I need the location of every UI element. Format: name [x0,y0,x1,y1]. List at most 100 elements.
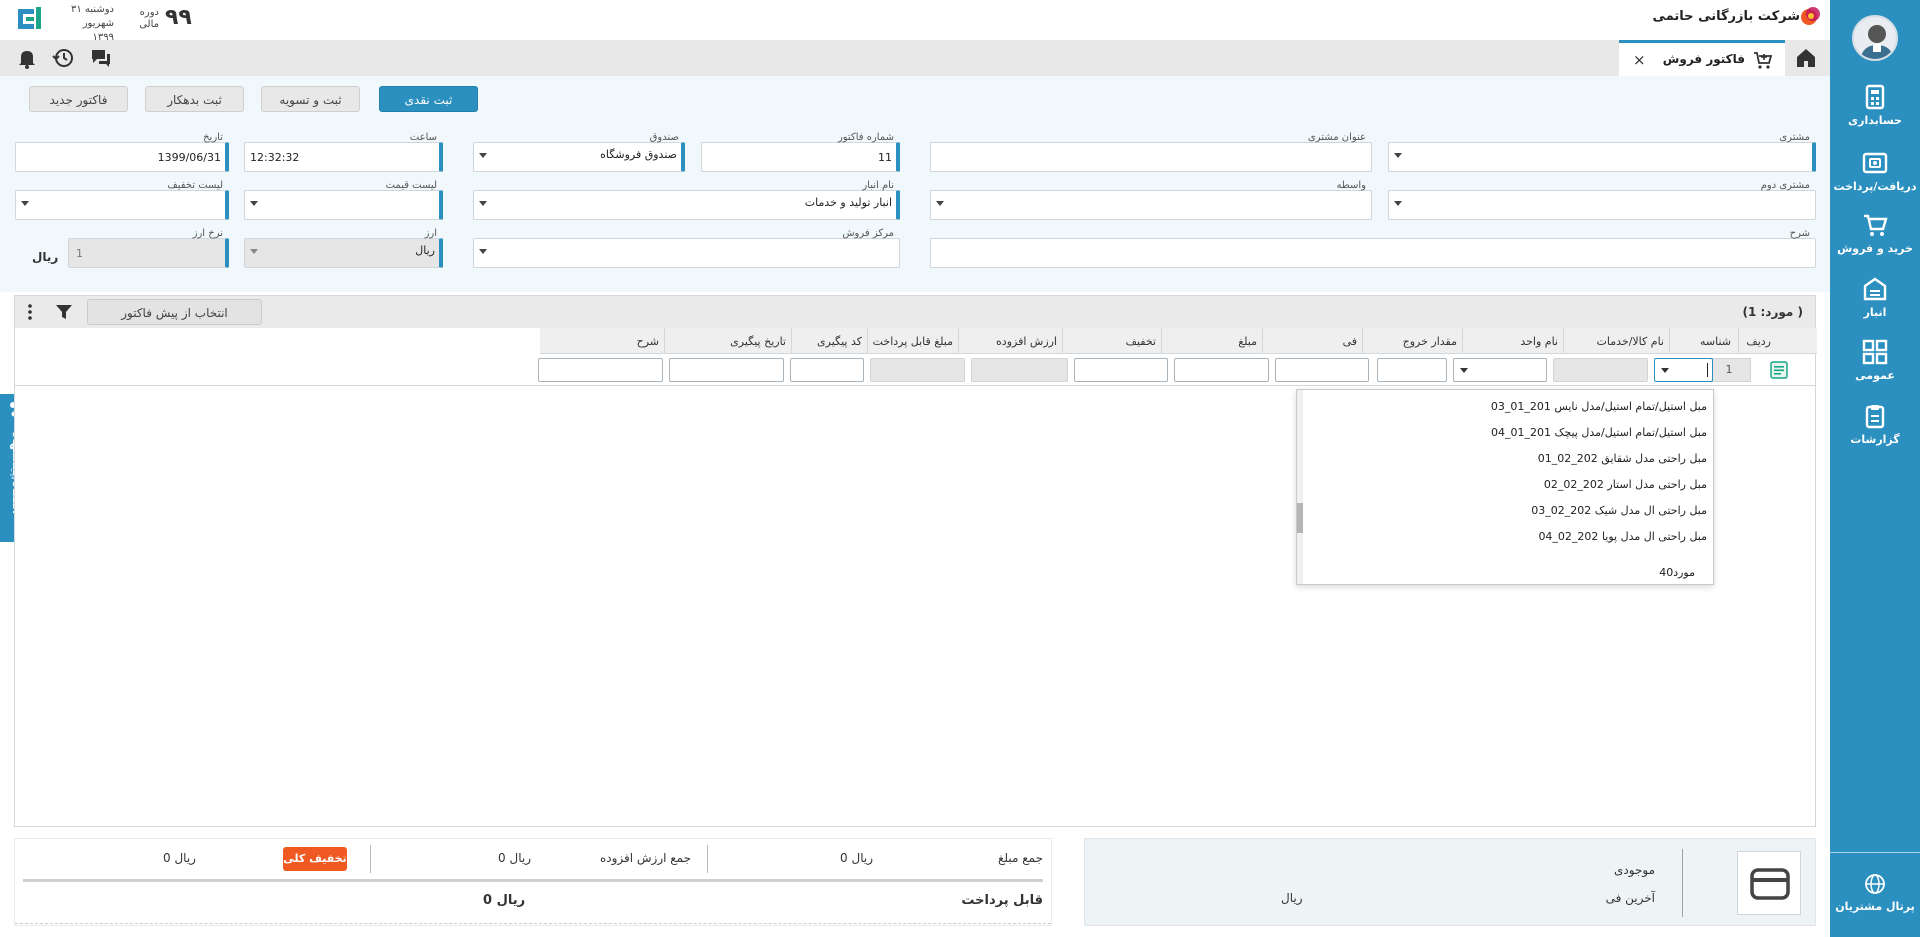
chevron-down-icon [1394,153,1402,158]
tracking-code-input[interactable] [790,358,864,382]
user-avatar[interactable] [1852,15,1898,61]
invoice-header-form: مشتری عنوان مشتری شماره فاکتور 11 صندوق صن… [0,124,1830,292]
customer-field[interactable]: مشتری [1388,132,1816,172]
bell-icon[interactable] [16,47,38,69]
last-price-unit: ریال [1281,891,1303,905]
cart-icon [1864,214,1888,236]
header-product-name: نام کالا/خدمات [1596,335,1664,348]
accounting-icon [1865,84,1885,110]
row-detail-icon[interactable] [1769,360,1789,380]
sidebar-item-cash[interactable]: دریافت/پرداخت [1830,150,1920,193]
amount-input[interactable] [1174,358,1269,382]
payable-label: قابل پرداخت [961,893,1043,908]
messages-icon[interactable] [90,47,112,69]
product-dropdown: 03_01_201 مبل استیل/تمام استیل/مدل نایس … [1296,389,1714,585]
description-field[interactable]: شرح [930,228,1816,268]
dropdown-item[interactable]: 02_02_202 مبل راحتی مدل استار [1544,478,1707,491]
currency-field: ارز ریال [244,228,443,268]
second-customer-field[interactable]: مشتری دوم [1388,180,1816,220]
price-list-field[interactable]: لیست قیمت [244,180,443,220]
stock-image-box [1737,851,1801,915]
header-discount: تخفیف [1125,335,1156,348]
product-name-input [1553,358,1648,382]
submit-settle-button[interactable]: ثبت و تسویه [261,86,360,112]
time-field[interactable]: ساعت 12:32:32 [244,132,443,172]
modules-icon [1862,339,1888,365]
description-input[interactable] [538,358,663,382]
unit-name-select[interactable] [1453,358,1547,382]
last-price-label: آخرین فی [1605,891,1655,905]
sales-center-field[interactable]: مرکز فروش [473,228,900,268]
select-from-preinvoice-button[interactable]: انتخاب از پیش فاکتور [87,299,262,325]
dropdown-item[interactable]: 03_02_202 مبل راحتی ال مدل شیک [1531,504,1707,517]
header-tracking-code: کد پیگیری [817,335,862,348]
submit-debit-button[interactable]: ثبت بدهکار [145,86,244,112]
sidebar-item-sales[interactable]: خرید و فروش [1830,212,1920,255]
header-tracking-date: تاریخ پیگیری [730,335,786,348]
total-discount-button[interactable]: تخفیف کلی [283,847,347,871]
id-input[interactable] [1654,358,1713,382]
invoice-number-field[interactable]: شماره فاکتور 11 [701,132,900,172]
warehouse-icon [1863,277,1887,301]
fiscal-period: ۹۹ [165,5,192,30]
header-payable: مبلغ قابل پرداخت [872,335,953,348]
cashbox-field[interactable]: صندوق صندوق فروشگاه [473,132,685,172]
dropdown-scrollbar[interactable] [1297,390,1303,584]
discount-input[interactable] [1074,358,1168,382]
total-discount-value: 0 ریال [163,851,196,865]
history-icon[interactable] [52,47,74,69]
totals-panel: جمع مبلغ 0 ریال جمع ارزش افزوده 0 ریال ت… [14,838,1052,926]
warehouse-field[interactable]: نام انبار انبار تولید و خدمات [473,180,900,220]
tracking-date-input[interactable] [669,358,784,382]
exchange-rate-unit: ریال [32,250,59,264]
chevron-down-icon [250,249,258,254]
stock-label: موجودی [1614,863,1655,877]
quantity-input[interactable] [1377,358,1447,382]
app-logo-icon [18,7,41,29]
vat-total-label: جمع ارزش افزوده [599,851,691,865]
tab-sales-invoice[interactable]: فاکتور فروش × [1619,40,1785,76]
vat-input [971,358,1068,382]
reports-icon [1865,405,1885,429]
broker-field[interactable]: واسطه [930,180,1372,220]
sum-label: جمع مبلغ [998,851,1043,865]
date-field[interactable]: تاریخ 1399/06/31 [15,132,229,172]
unit-price-input[interactable] [1275,358,1369,382]
filter-icon[interactable] [55,303,73,321]
dropdown-item[interactable]: 01_02_202 مبل راحتی مدل شقایق [1538,452,1707,465]
chevron-down-icon [1460,368,1468,373]
main-sidebar: حسابداری دریافت/پرداخت خرید و فروش انبار… [1830,0,1920,937]
chevron-down-icon [479,249,487,254]
table-row: 1 [15,354,1815,386]
header-id: شناسه [1699,335,1731,348]
company-name: شرکت بازرگانی حاتمی [1652,9,1800,24]
sum-value: 0 ریال [840,851,873,865]
dropdown-result-count: 40مورد [1659,566,1695,579]
chevron-down-icon [479,201,487,206]
sidebar-item-reports[interactable]: گزارشات [1830,403,1920,446]
discount-list-field[interactable]: لیست تخفیف [15,180,229,220]
dropdown-item[interactable]: 04_02_202 مبل راحتی ال مدل پویا [1538,530,1707,543]
cash-icon [1862,152,1888,174]
dropdown-item[interactable]: 04_01_201 مبل استیل/تمام استیل/مدل پیچک [1491,426,1707,439]
tab-close-button[interactable]: × [1633,51,1646,69]
sidebar-item-accounting[interactable]: حسابداری [1830,84,1920,127]
grid-row-count: (مورد: 1 ) [1742,305,1803,319]
header-unit-name: نام واحد [1520,335,1558,348]
top-bar: شرکت بازرگانی حاتمی ۹۹ دوره مالی دوشنبه ۳… [0,0,1830,43]
chevron-down-icon [936,201,944,206]
header-description: شرح [636,335,659,348]
sidebar-item-general[interactable]: عمومی [1830,339,1920,382]
header-row-number: ردیف [1746,335,1771,348]
header-vat: ارزش افزوده [996,335,1057,348]
dropdown-item[interactable]: 03_01_201 مبل استیل/تمام استیل/مدل نایس [1491,400,1707,413]
cash-submit-button[interactable]: ثبت نقدی [379,86,478,112]
sidebar-item-warehouse[interactable]: انبار [1830,276,1920,319]
new-invoice-button[interactable]: فاکتور جدید [29,86,128,112]
globe-icon [1865,874,1885,894]
company-logo-icon [1801,7,1820,25]
home-icon[interactable] [1794,46,1818,70]
sidebar-item-customer-portal[interactable]: پرتال مشتریان [1830,872,1920,913]
customer-title-field[interactable]: عنوان مشتری [930,132,1372,172]
more-vertical-icon[interactable] [27,303,33,321]
